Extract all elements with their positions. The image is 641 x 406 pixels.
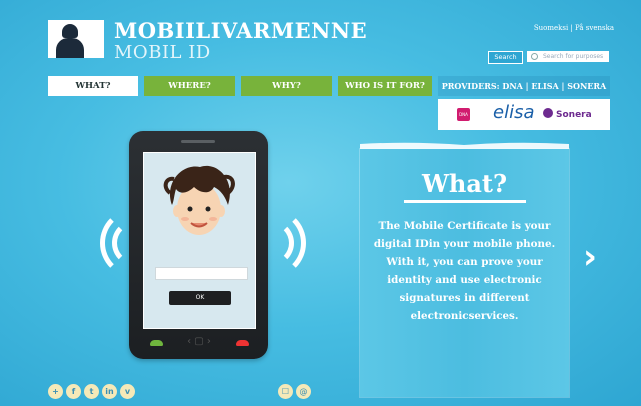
phone-pin-field	[155, 267, 248, 280]
phone-nav-keys: ‹ ▢ ›	[187, 336, 211, 347]
sonera-logo[interactable]: Sonera	[543, 108, 592, 120]
linkedin-icon[interactable]: in	[102, 384, 117, 399]
card-description: The Mobile Certificate is your digital I…	[373, 220, 556, 322]
providers-logos-panel: DNA elisa Sonera	[438, 99, 610, 130]
dna-logo[interactable]: DNA	[457, 108, 470, 121]
next-arrow-icon[interactable]: ›	[583, 240, 607, 274]
email-icon[interactable]: @	[296, 384, 311, 399]
sonera-mark-icon	[543, 108, 553, 118]
end-call-key-icon	[236, 340, 249, 346]
phone-ok-button: OK	[169, 291, 231, 305]
lang-swedish-link[interactable]: På svenska	[575, 24, 614, 32]
print-icon[interactable]: ☐	[278, 384, 293, 399]
search-icon	[531, 53, 538, 60]
user-face-icon	[163, 165, 235, 235]
brand-title[interactable]: MOBIILIVARMENNE	[114, 18, 367, 43]
search-input[interactable]	[527, 51, 609, 62]
logo-person-body-icon	[56, 38, 84, 58]
info-card: What? The Mobile Certificate is your dig…	[360, 149, 569, 397]
vimeo-icon[interactable]: v	[120, 384, 135, 399]
card-title: What?	[421, 169, 508, 198]
sonera-logo-text: Sonera	[556, 110, 592, 120]
call-key-icon	[150, 340, 163, 346]
providers-label[interactable]: PROVIDERS: DNA | ELISA | SONERA	[438, 76, 610, 96]
language-switcher: Suomeksi | På svenska	[534, 24, 614, 32]
tab-where[interactable]: WHERE?	[144, 76, 235, 96]
page: MOBIILIVARMENNE MOBIL ID Suomeksi | På s…	[0, 0, 641, 406]
lang-separator: |	[568, 24, 575, 32]
elisa-logo[interactable]: elisa	[493, 102, 534, 123]
brand-subtitle[interactable]: MOBIL ID	[114, 42, 211, 63]
lang-finnish-link[interactable]: Suomeksi	[534, 24, 568, 32]
tab-what[interactable]: WHAT?	[48, 76, 138, 96]
twitter-icon[interactable]: t	[84, 384, 99, 399]
tab-who-is-it-for[interactable]: WHO IS IT FOR?	[338, 76, 432, 96]
phone-illustration: OK ‹ ▢ ›	[129, 131, 268, 359]
logo[interactable]	[48, 20, 104, 58]
facebook-icon[interactable]: f	[66, 384, 81, 399]
logo-person-head-icon	[62, 24, 78, 38]
card-title-underline	[404, 200, 526, 203]
share-plus-icon[interactable]: +	[48, 384, 63, 399]
search-button[interactable]: Search	[488, 51, 523, 64]
phone-speaker	[181, 140, 215, 143]
tab-why[interactable]: WHY?	[241, 76, 332, 96]
